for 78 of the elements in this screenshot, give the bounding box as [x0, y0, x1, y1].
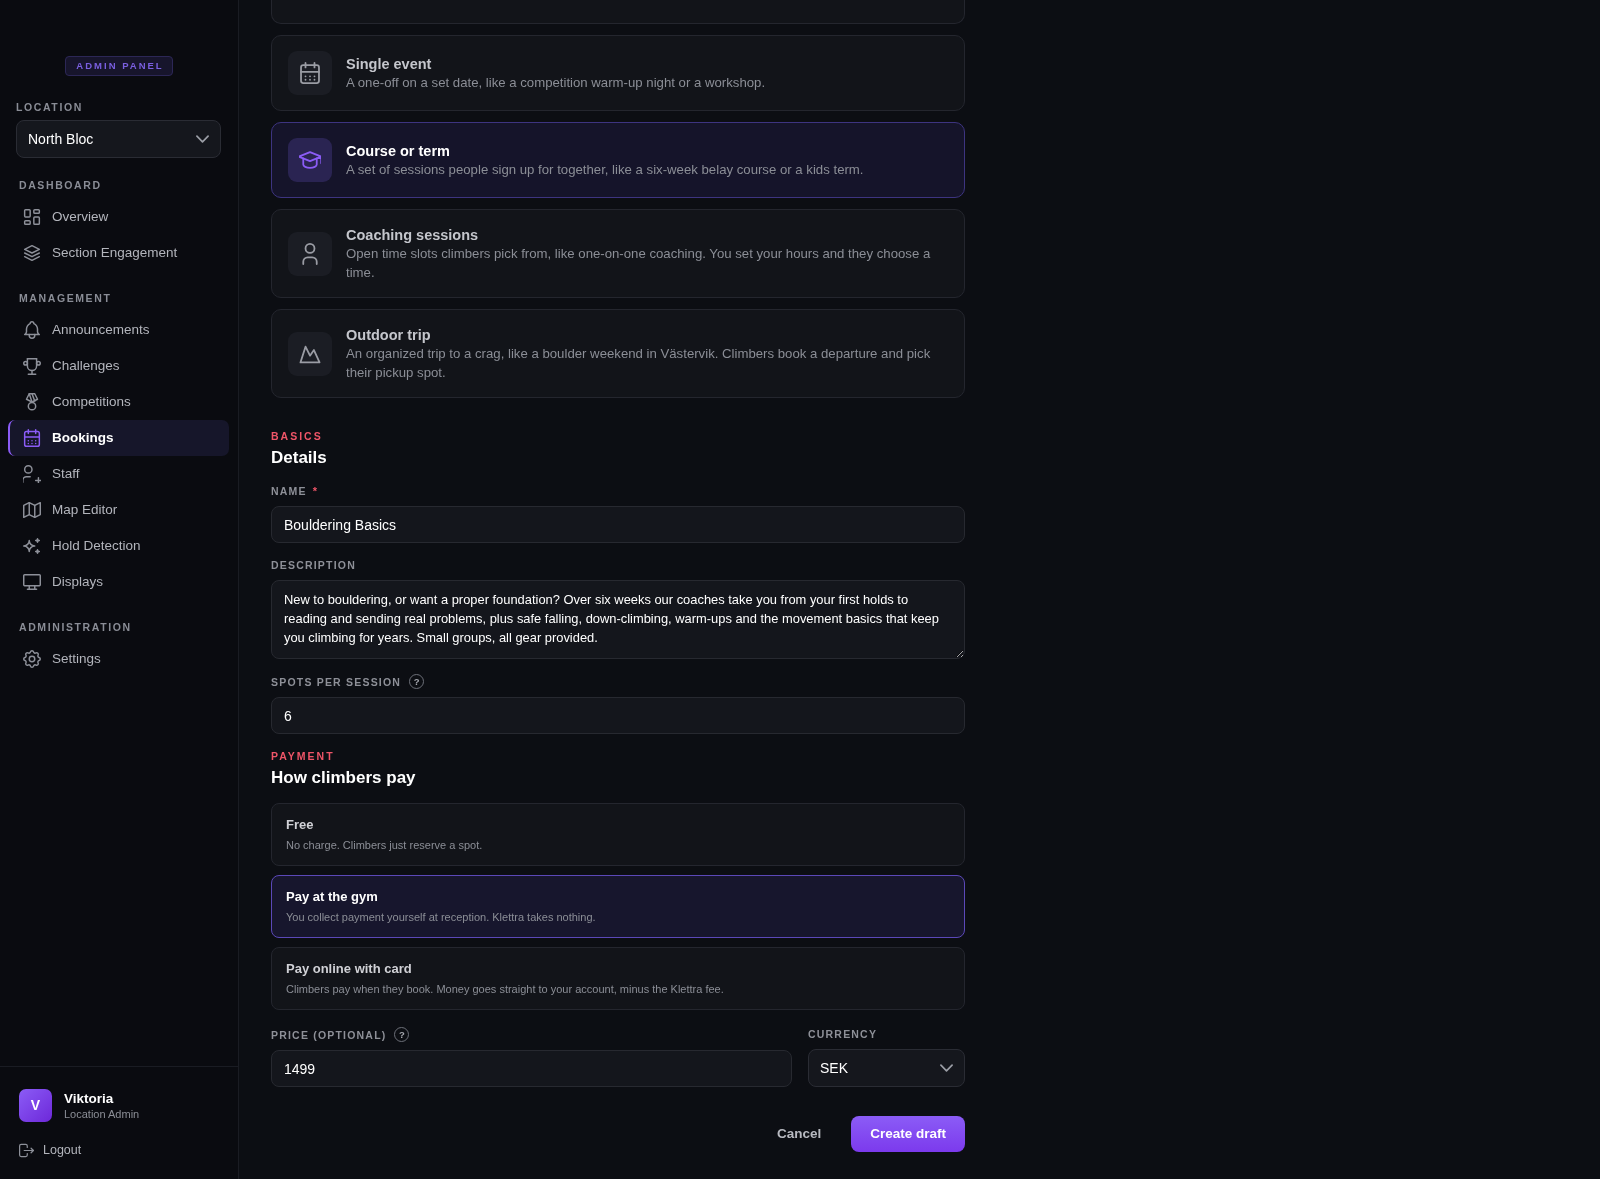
section-eyebrow: BASICS	[271, 429, 323, 443]
section-label: ADMINISTRATION	[19, 620, 132, 634]
section-label: LOCATION	[16, 100, 83, 114]
field-label: SPOTS PER SESSION	[271, 674, 402, 689]
user-role: Location Admin	[64, 1106, 140, 1122]
section-label: DASHBOARD	[19, 178, 102, 192]
nav-item[interactable]: Challenges	[8, 348, 229, 384]
map-icon	[23, 501, 41, 519]
field-label: DESCRIPTION	[271, 558, 356, 572]
field-label: PRICE (OPTIONAL)	[271, 1027, 387, 1042]
location-select[interactable]: North Bloc	[16, 120, 221, 158]
monitor-icon	[23, 573, 41, 591]
person-icon	[288, 231, 332, 276]
option-description: You collect payment yourself at reception. Klettra takes nothing.	[286, 910, 597, 925]
nav-item[interactable]: Hold Detection	[8, 528, 229, 564]
chevron-down-icon	[196, 135, 209, 143]
option-card[interactable]: Outdoor trip An organized trip to a crag, like a boulder weekend in Västervik. Climbers book a departure and pick their pickup spot.	[271, 309, 965, 398]
nav-item[interactable]: Bookings	[8, 420, 229, 456]
cancel-button[interactable]: Cancel	[762, 1116, 836, 1153]
section-eyebrow: PAYMENT	[271, 749, 335, 763]
chevron-down-icon	[940, 1064, 953, 1072]
nav-item[interactable]: Settings	[8, 641, 229, 677]
option-card[interactable]	[271, 0, 965, 24]
nav-item[interactable]: Announcements	[8, 312, 229, 348]
logout-icon	[19, 1143, 34, 1159]
option-card[interactable]: Single event A one-off on a set date, like a competition warm-up night or a workshop.	[271, 35, 965, 111]
option-description: Open time slots climbers pick from, like one-on-one coaching. You set your hours and they choose a time.	[346, 245, 932, 282]
logout-link[interactable]: Logout	[19, 1141, 82, 1160]
text-input[interactable]: 1499	[271, 1050, 792, 1087]
text-input[interactable]: Bouldering Basics	[271, 506, 965, 543]
option-title: Pay online with card	[286, 960, 413, 978]
field-label: CURRENCY	[808, 1027, 878, 1041]
mountain-icon	[288, 331, 332, 376]
nav-item[interactable]: Section Engagement	[8, 235, 229, 271]
text-input[interactable]: 6	[271, 697, 965, 734]
medal-icon	[23, 393, 41, 411]
option-description: Climbers pay when they book. Money goes straight to your account, minus the Klettra fee.	[286, 982, 725, 997]
option-title: Coaching sessions	[346, 226, 480, 245]
option-card[interactable]: Course or term A set of sessions people sign up for together, like a six-week belay course or a kids term.	[271, 122, 965, 198]
trophy-icon	[23, 357, 41, 375]
section-title: Details	[271, 447, 328, 469]
sparkles-icon	[23, 537, 41, 555]
user-name: Viktoria	[64, 1089, 115, 1107]
option-description: No charge. Climbers just reserve a spot.	[286, 838, 484, 853]
option-title: Course or term	[346, 141, 451, 161]
nav-item[interactable]: Competitions	[8, 384, 229, 420]
avatar: V	[19, 1089, 52, 1123]
option-description: A one-off on a set date, like a competition warm-up night or a workshop.	[346, 73, 767, 92]
currency-select[interactable]: SEK	[808, 1049, 965, 1087]
payment-option[interactable]: Pay at the gym You collect payment yourself at reception. Klettra takes nothing.	[271, 875, 965, 938]
option-title: Free	[286, 816, 315, 834]
admin-panel-badge: ADMIN PANEL	[65, 56, 173, 76]
layers-icon	[23, 244, 41, 262]
option-title: Pay at the gym	[286, 888, 379, 906]
section-title: How climbers pay	[271, 767, 417, 789]
required-mark: *	[312, 484, 317, 498]
option-description: A set of sessions people sign up for together, like a six-week belay course or a kids term.	[346, 160, 865, 179]
option-card[interactable]: Coaching sessions Open time slots climbers pick from, like one-on-one coaching. You set your hours and they choose a time.	[271, 209, 965, 298]
nav-item[interactable]: Displays	[8, 564, 229, 600]
grid-icon	[23, 208, 41, 226]
option-title: Single event	[346, 54, 433, 74]
description-textarea[interactable]: New to bouldering, or want a proper foundation? Over six weeks our coaches take you from your first holds to reading and sending real problems, plus safe falling, down-climbing, warm-ups and the movement basics that keep you climbing for years. Small groups, all gear provided.	[271, 580, 965, 659]
option-title: Outdoor trip	[346, 326, 432, 345]
nav-item[interactable]: Staff	[8, 456, 229, 492]
graduation-cap-icon	[288, 138, 332, 182]
settings-icon	[23, 650, 41, 668]
payment-option[interactable]: Free No charge. Climbers just reserve a spot.	[271, 803, 965, 866]
option-description: An organized trip to a crag, like a boulder weekend in Västervik. Climbers book a departure and pick their pickup spot.	[346, 345, 932, 382]
field-label: NAME	[271, 484, 307, 498]
nav-item[interactable]: Map Editor	[8, 492, 229, 528]
bell-icon	[23, 321, 41, 339]
payment-option[interactable]: Pay online with card Climbers pay when they book. Money goes straight to your account, minus the Klettra fee.	[271, 947, 965, 1010]
nav-item[interactable]: Overview	[8, 199, 229, 235]
calendar-icon	[23, 429, 41, 447]
user-plus-icon	[23, 465, 41, 483]
section-label: MANAGEMENT	[19, 291, 112, 305]
create-draft-button[interactable]: Create draft	[851, 1116, 965, 1153]
calendar-icon	[288, 51, 332, 95]
